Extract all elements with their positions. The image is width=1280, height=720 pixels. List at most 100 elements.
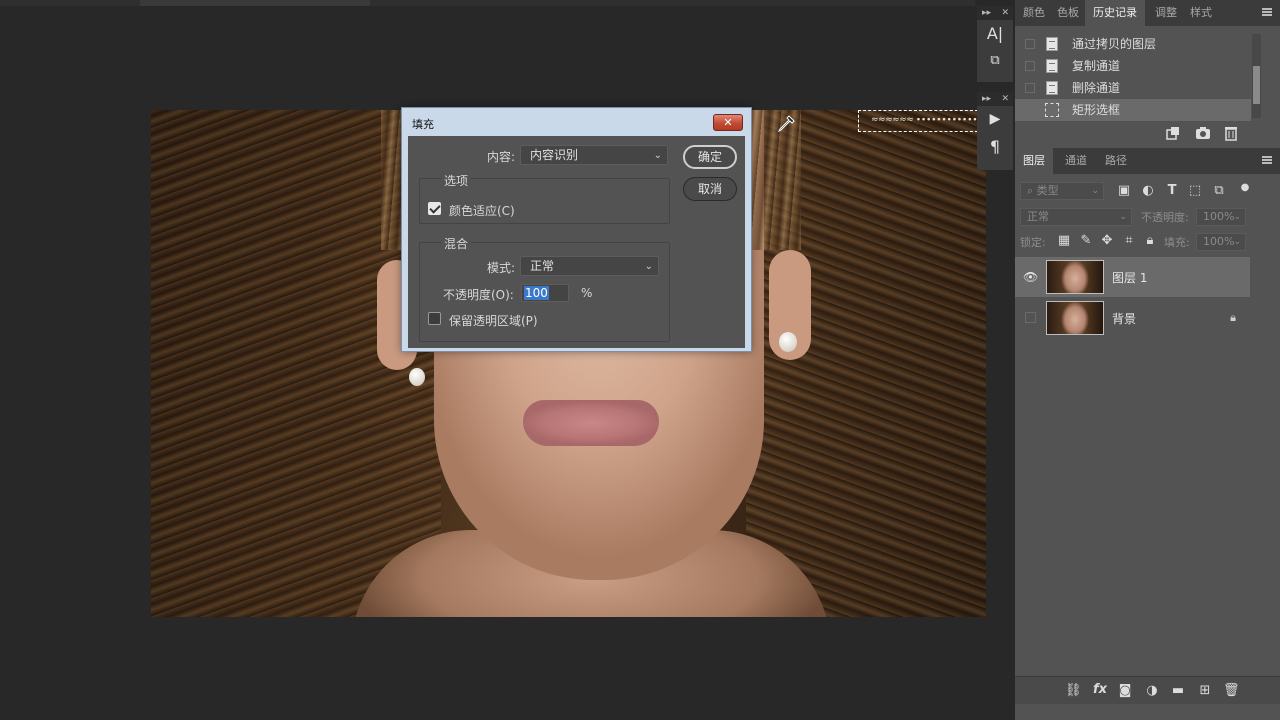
eye-icon[interactable]: 👁︎ (1023, 270, 1038, 284)
collapse-icon[interactable]: ▸▸ (982, 94, 991, 104)
tab-adjustments[interactable]: 调整 (1147, 0, 1185, 26)
lock-artboard-icon[interactable]: ⌗ (1121, 233, 1137, 249)
chevron-down-icon: ⌄ (1233, 212, 1241, 222)
chevron-down-icon: ⌄ (1119, 212, 1127, 222)
color-adapt-checkbox[interactable] (428, 202, 441, 215)
mode-select[interactable]: 正常 ⌄ (520, 256, 659, 276)
tab-styles[interactable]: 样式 (1182, 0, 1220, 26)
watermark-logo: ≈≈≈≈≈≈ ∙∙∙∙∙∙∙∙∙∙∙∙∙∙ (871, 115, 988, 125)
options-group-label: 选项 (441, 172, 472, 189)
lock-all-icon[interactable]: 🔒︎ (1142, 233, 1158, 249)
history-item-label: 通过拷贝的图层 (1072, 37, 1157, 51)
mode-label: 模式: (487, 261, 516, 275)
image-earring-right (779, 332, 797, 352)
opacity-input[interactable]: 100 (521, 284, 569, 302)
filter-adjustment-icon[interactable]: ◐ (1140, 183, 1156, 199)
close-icon[interactable]: ✕ (1001, 6, 1009, 20)
camera-icon[interactable] (1195, 125, 1211, 141)
visibility-toggle[interactable] (1025, 312, 1036, 323)
layer-opacity-input[interactable]: 100% ⌄ (1196, 208, 1246, 226)
history-item[interactable]: 通过拷贝的图层 (1015, 33, 1251, 55)
right-panel-dock: 颜色 色板 历史记录 调整 样式 通过拷贝的图层 复制通道 删除通道 矩形选框 … (1015, 0, 1280, 720)
tab-color[interactable]: 颜色 (1015, 0, 1053, 26)
tab-swatches[interactable]: 色板 (1049, 0, 1087, 26)
dialog-title: 填充 (412, 118, 434, 131)
mini-panel-header: ▸▸ ✕ (977, 92, 1013, 106)
chevron-down-icon: ⌄ (1233, 237, 1241, 247)
tab-channels[interactable]: 通道 (1057, 148, 1095, 174)
filter-shape-icon[interactable]: ⬚ (1187, 183, 1203, 199)
history-snapshot-checkbox[interactable] (1025, 39, 1035, 49)
eyedropper-cursor-icon (777, 115, 795, 133)
fx-icon[interactable]: fx (1092, 682, 1108, 698)
layer-row[interactable]: 背景 🔒︎ (1015, 298, 1250, 338)
marquee-icon (1045, 103, 1059, 117)
image-earring-left (409, 368, 425, 386)
close-icon[interactable]: ✕ (1001, 92, 1009, 106)
tab-layers[interactable]: 图层 (1015, 148, 1053, 174)
history-item[interactable]: 删除通道 (1015, 77, 1251, 99)
lock-transparent-icon[interactable]: ▦ (1056, 233, 1072, 249)
fill-dialog: 填充 ✕ 内容: 内容识别 ⌄ 确定 取消 选项 颜色适应(C) 混合 模式: … (401, 107, 752, 352)
history-snapshot-checkbox[interactable] (1025, 83, 1035, 93)
filter-type-icon[interactable]: T (1164, 183, 1180, 199)
opacity-value: 100 (524, 286, 549, 300)
collapse-icon[interactable]: ▸▸ (982, 8, 991, 18)
marquee-selection[interactable]: ≈≈≈≈≈≈ ∙∙∙∙∙∙∙∙∙∙∙∙∙∙ (858, 110, 988, 132)
layer-thumbnail (1046, 260, 1104, 294)
filter-smart-object-icon[interactable]: ⧉ (1211, 183, 1227, 199)
layer-row-selected[interactable]: 👁︎ 图层 1 (1015, 257, 1250, 297)
layer-fill-input[interactable]: 100% ⌄ (1196, 233, 1246, 251)
tab-paths[interactable]: 路径 (1097, 148, 1135, 174)
lock-position-icon[interactable]: ✥ (1099, 233, 1115, 249)
trash-icon[interactable]: 🗑︎ (1223, 683, 1240, 699)
panel-menu-icon[interactable] (1262, 156, 1272, 164)
scrollbar-thumb[interactable] (1253, 66, 1260, 104)
filter-pixel-icon[interactable]: ▣ (1116, 183, 1132, 199)
layer-mask-icon[interactable]: ◙ (1117, 683, 1133, 699)
history-scrollbar[interactable] (1252, 34, 1261, 118)
document-tab[interactable] (140, 0, 370, 6)
layer-name: 图层 1 (1112, 271, 1148, 285)
filter-toggle-icon[interactable]: ● (1237, 180, 1253, 196)
paragraph-icon[interactable]: ¶ (977, 133, 1013, 160)
opacity-percent: % (581, 286, 593, 300)
paragraph-style-icon[interactable]: ⧉ (977, 47, 1013, 74)
tab-history[interactable]: 历史记录 (1085, 0, 1145, 26)
panel-menu-icon[interactable] (1262, 8, 1272, 16)
folder-icon[interactable]: ▬ (1170, 683, 1186, 699)
new-layer-icon[interactable]: ⊞ (1197, 683, 1213, 699)
play-icon[interactable]: ▶ (977, 106, 1013, 133)
trash-icon[interactable] (1223, 125, 1239, 141)
history-item-label: 删除通道 (1072, 81, 1121, 95)
blend-mode-value: 正常 (1027, 210, 1049, 223)
adjustment-layer-icon[interactable]: ◑ (1144, 683, 1160, 699)
preserve-transparency-label: 保留透明区域(P) (449, 314, 538, 328)
history-snapshot-checkbox[interactable] (1025, 61, 1035, 71)
chevron-down-icon: ⌄ (644, 261, 653, 272)
link-layers-icon[interactable]: ⛓ (1065, 683, 1082, 699)
lock-paint-brush-icon[interactable]: ✎ (1078, 233, 1094, 249)
layers-footer: ⛓ fx ◙ ◑ ▬ ⊞ 🗑︎ (1015, 676, 1280, 704)
history-snapshot-checkbox[interactable] (1025, 105, 1035, 115)
history-item[interactable]: 复制通道 (1015, 55, 1251, 77)
preserve-transparency-checkbox[interactable] (428, 312, 441, 325)
cancel-button[interactable]: 取消 (683, 177, 737, 201)
layers-panel-tabs: 图层 通道 路径 (1015, 148, 1280, 174)
blend-mode-select[interactable]: 正常 ⌄ (1020, 208, 1132, 226)
search-icon: ⌕ (1027, 184, 1037, 197)
mode-select-value: 正常 (530, 259, 555, 273)
layer-filter-value: 类型 (1036, 184, 1059, 197)
content-select[interactable]: 内容识别 ⌄ (520, 145, 668, 165)
layer-filter-select[interactable]: ⌕ 类型 ⌄ (1020, 182, 1104, 200)
fill-label: 填充: (1164, 236, 1190, 249)
ok-button[interactable]: 确定 (683, 145, 737, 169)
document-icon (1046, 59, 1058, 73)
character-panel-icon[interactable]: A| (977, 20, 1013, 47)
lock-label: 锁定: (1020, 236, 1046, 249)
layer-fill-value: 100% (1203, 235, 1235, 248)
history-item-selected[interactable]: 矩形选框 (1015, 99, 1251, 121)
history-item-label: 矩形选框 (1072, 103, 1121, 117)
new-document-from-state-icon[interactable] (1165, 125, 1181, 141)
dialog-close-button[interactable]: ✕ (713, 114, 743, 131)
